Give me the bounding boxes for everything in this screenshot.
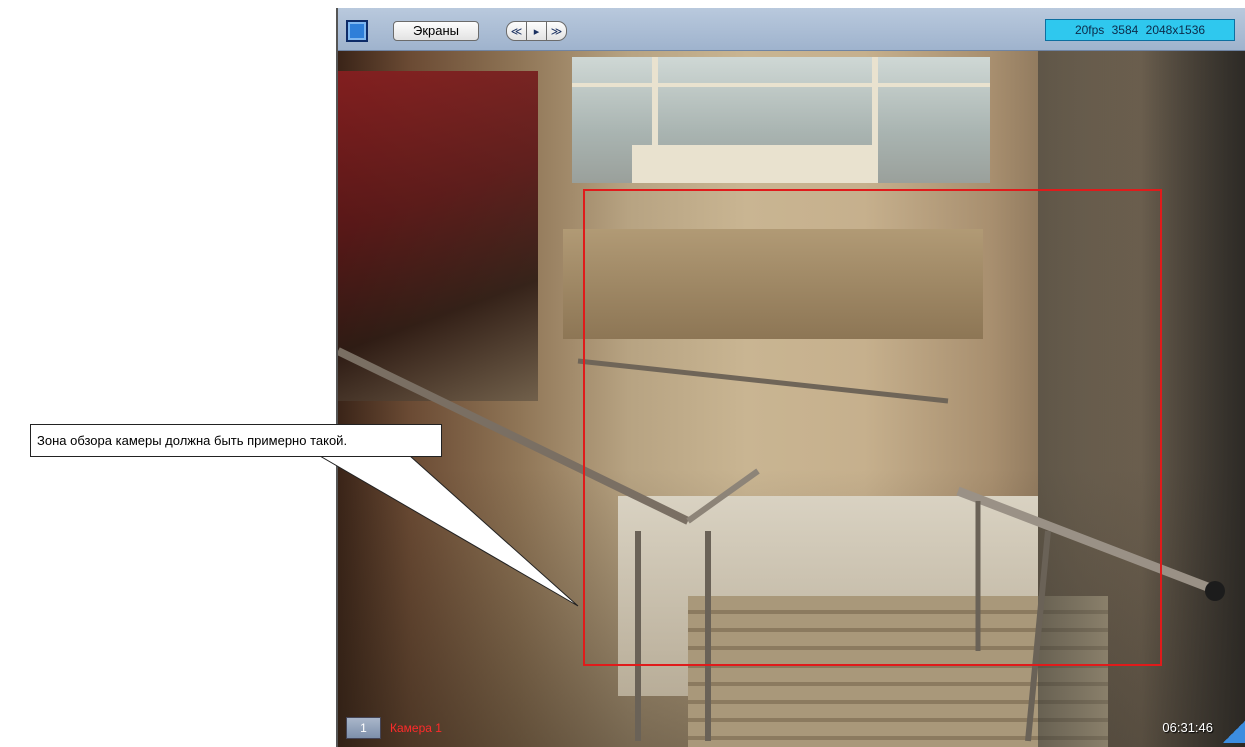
callout-pointer	[318, 455, 579, 607]
annotation-text: Зона обзора камеры должна быть примерно …	[37, 433, 348, 448]
annotation-callout: Зона обзора камеры должна быть примерно …	[30, 424, 442, 457]
